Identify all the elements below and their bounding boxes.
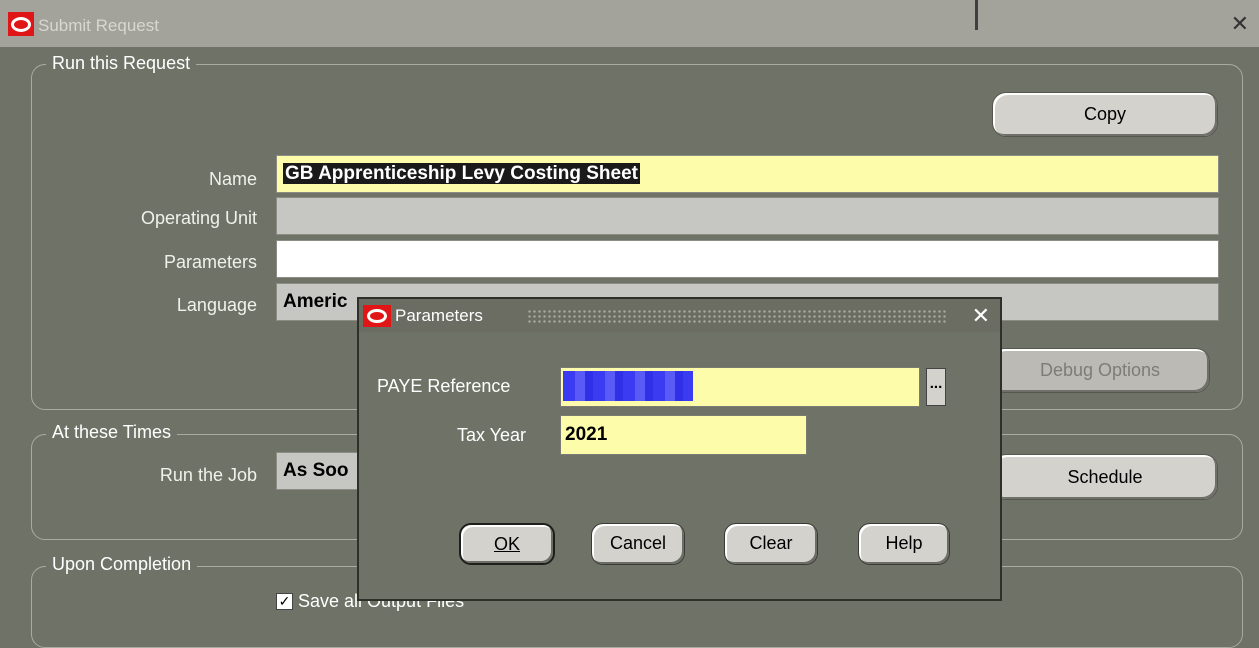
title-grip [527,309,947,323]
tax-year-label: Tax Year [457,425,527,445]
run-job-label: Run the Job [159,465,257,485]
debug-options-button[interactable]: Debug Options [990,348,1210,393]
run-request-group-label: Run this Request [46,53,197,74]
clear-label: Clear [749,533,793,553]
help-button[interactable]: Help [858,523,950,565]
copy-button[interactable]: Copy [992,92,1218,137]
ok-button[interactable]: OK [459,523,555,565]
save-output-checkbox[interactable]: ✓ [276,593,293,610]
name-label: Name [208,169,257,189]
operating-unit-label: Operating Unit [140,208,257,228]
schedule-label: Schedule [1067,467,1143,487]
cancel-button[interactable]: Cancel [591,523,685,565]
completion-group-label: Upon Completion [46,554,198,575]
program-name-value: GB Apprenticeship Levy Costing Sheet [283,163,640,184]
background-window-edge [975,0,978,30]
dialog-title: Parameters [395,306,483,325]
help-label: Help [885,533,923,553]
ok-label: OK [493,534,520,554]
operating-unit-field[interactable] [276,197,1219,235]
paye-reference-field[interactable] [560,367,920,407]
oracle-logo-icon [363,305,391,327]
close-icon[interactable]: ✕ [1231,13,1249,35]
lov-button[interactable]: ... [926,368,946,406]
parameters-dialog: Parameters ✕ PAYE Reference ... Tax Year… [357,297,1002,601]
times-group-label: At these Times [46,422,178,443]
clear-button[interactable]: Clear [724,523,818,565]
dialog-title-bar: Parameters ✕ [359,299,1000,332]
oracle-logo-icon [8,12,34,36]
tax-year-field[interactable]: 2021 [560,415,807,455]
language-label: Language [176,295,257,315]
dialog-close-icon[interactable]: ✕ [972,303,990,329]
debug-options-label: Debug Options [1039,360,1161,380]
program-name-field[interactable]: GB Apprenticeship Levy Costing Sheet [276,155,1219,193]
cancel-label: Cancel [609,533,667,553]
parameters-label: Parameters [163,252,257,272]
redacted-value [563,371,693,401]
window-title: Submit Request [38,16,159,35]
schedule-button[interactable]: Schedule [992,454,1218,500]
parameters-field[interactable] [276,240,1219,278]
window-title-bar: Submit Request ✕ [0,0,1259,47]
paye-reference-label: PAYE Reference [377,376,511,396]
